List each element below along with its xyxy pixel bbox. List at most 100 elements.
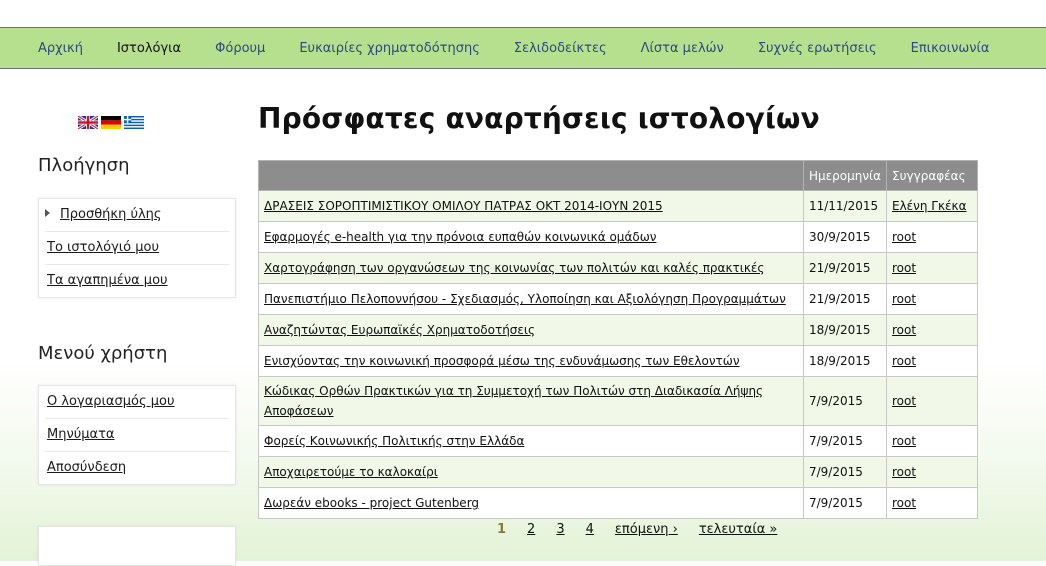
recent-posts-table: Ημερομηνία Συγγραφέας ΔΡΑΣΕΙΣ ΣΟΡΟΠΤΙΜΙΣ… <box>258 160 978 519</box>
post-author-cell: root <box>886 345 978 377</box>
table-row: ΔΡΑΣΕΙΣ ΣΟΡΟΠΤΙΜΙΣΤΙΚΟΥ ΟΜΙΛΟΥ ΠΑΤΡΑΣ ΟΚ… <box>258 190 978 222</box>
table-row: Φορείς Κοινωνικής Πολιτικής στην Ελλάδα … <box>258 425 978 457</box>
page-title: Πρόσφατες αναρτήσεις ιστολογίων <box>258 102 820 135</box>
nav-item-funding[interactable]: Ευκαιρίες χρηματοδότησης <box>299 41 480 56</box>
table-row: Δωρεάν ebooks - project Gutenberg 7/9/20… <box>258 487 978 519</box>
post-author-link[interactable]: root <box>892 230 916 244</box>
pager-page-link[interactable]: 2 <box>527 522 535 537</box>
nav-item-members[interactable]: Λίστα μελών <box>641 41 724 56</box>
pager-page-link[interactable]: 3 <box>556 522 564 537</box>
sidebar-empty-block <box>38 526 236 566</box>
post-date: 30/9/2015 <box>802 221 888 253</box>
post-title-cell: ΔΡΑΣΕΙΣ ΣΟΡΟΠΤΙΜΙΣΤΙΚΟΥ ΟΜΙΛΟΥ ΠΑΤΡΑΣ ΟΚ… <box>258 190 804 222</box>
post-title-cell: Κώδικας Ορθών Πρακτικών για τη Συμμετοχή… <box>258 376 804 426</box>
post-author-cell: root <box>886 487 978 519</box>
post-title-link[interactable]: Αναζητώντας Ευρωπαϊκές Χρηματοδοτήσεις <box>264 323 535 337</box>
column-header-date[interactable]: Ημερομηνία <box>802 160 888 191</box>
post-title-cell: Ενισχύοντας την κοινωνική προσφορά μέσω … <box>258 345 804 377</box>
sidebar-item-label: Προσθήκη ύλης <box>60 207 162 222</box>
sidebar-item-my-account[interactable]: Ο λογαριασμός μου <box>45 386 229 419</box>
post-date: 21/9/2015 <box>802 252 888 284</box>
post-title-link[interactable]: Χαρτογράφηση των οργανώσεων της κοινωνία… <box>264 261 764 275</box>
table-row: Κώδικας Ορθών Πρακτικών για τη Συμμετοχή… <box>258 376 978 426</box>
post-title-cell: Αποχαιρετούμε το καλοκαίρι <box>258 456 804 488</box>
post-date: 21/9/2015 <box>802 283 888 315</box>
pager-page-link[interactable]: 4 <box>586 522 594 537</box>
table-header-row: Ημερομηνία Συγγραφέας <box>258 160 978 191</box>
sidebar-item-logout[interactable]: Αποσύνδεση <box>45 452 229 484</box>
post-date: 7/9/2015 <box>802 456 888 488</box>
post-author-cell: root <box>886 376 978 426</box>
nav-item-forum[interactable]: Φόρουμ <box>215 41 265 56</box>
pagination: 1 2 3 4 επόμενη › τελευταία » <box>497 522 798 537</box>
post-date: 18/9/2015 <box>802 345 888 377</box>
sidebar-item-messages[interactable]: Μηνύματα <box>45 419 229 452</box>
germany-flag-icon[interactable] <box>101 116 121 129</box>
table-row: Εφαρμογές e-health για την πρόνοια ευπαθ… <box>258 221 978 253</box>
post-author-link[interactable]: root <box>892 292 916 306</box>
sidebar-item-my-blog[interactable]: Το ιστολόγιό μου <box>45 232 229 265</box>
post-title-cell: Φορείς Κοινωνικής Πολιτικής στην Ελλάδα <box>258 425 804 457</box>
post-author-link[interactable]: Ελένη Γκέκα <box>892 199 967 213</box>
post-author-link[interactable]: root <box>892 261 916 275</box>
post-title-link[interactable]: Πανεπιστήμιο Πελοποννήσου - Σχεδιασμός, … <box>264 292 786 306</box>
post-author-link[interactable]: root <box>892 394 916 408</box>
pager-next-link[interactable]: επόμενη › <box>615 522 678 537</box>
post-title-link[interactable]: Κώδικας Ορθών Πρακτικών για τη Συμμετοχή… <box>264 384 763 418</box>
post-author-cell: root <box>886 283 978 315</box>
post-date: 7/9/2015 <box>802 487 888 519</box>
post-title-link[interactable]: Αποχαιρετούμε το καλοκαίρι <box>264 465 438 479</box>
post-title-cell: Δωρεάν ebooks - project Gutenberg <box>258 487 804 519</box>
post-author-link[interactable]: root <box>892 434 916 448</box>
post-author-cell: root <box>886 456 978 488</box>
post-author-link[interactable]: root <box>892 354 916 368</box>
post-author-link[interactable]: root <box>892 465 916 479</box>
language-switcher <box>78 116 144 129</box>
sidebar-item-favorites[interactable]: Τα αγαπημένα μου <box>45 265 229 297</box>
sidebar-navigation-menu: Προσθήκη ύλης Το ιστολόγιό μου Τα αγαπημ… <box>38 198 236 298</box>
nav-item-blogs[interactable]: Ιστολόγια <box>117 41 181 56</box>
sidebar-item-add-content[interactable]: Προσθήκη ύλης <box>45 199 229 232</box>
table-row: Αναζητώντας Ευρωπαϊκές Χρηματοδοτήσεις 1… <box>258 314 978 346</box>
post-author-cell: root <box>886 425 978 457</box>
pager-last-link[interactable]: τελευταία » <box>699 522 778 537</box>
uk-flag-icon[interactable] <box>78 116 98 129</box>
table-row: Πανεπιστήμιο Πελοποννήσου - Σχεδιασμός, … <box>258 283 978 315</box>
nav-menu: Αρχική Ιστολόγια Φόρουμ Ευκαιρίες χρηματ… <box>38 28 1023 68</box>
post-date: 18/9/2015 <box>802 314 888 346</box>
post-title-link[interactable]: ΔΡΑΣΕΙΣ ΣΟΡΟΠΤΙΜΙΣΤΙΚΟΥ ΟΜΙΛΟΥ ΠΑΤΡΑΣ ΟΚ… <box>264 199 663 213</box>
greece-flag-icon[interactable] <box>124 116 144 129</box>
table-row: Αποχαιρετούμε το καλοκαίρι 7/9/2015 root <box>258 456 978 488</box>
post-title-link[interactable]: Δωρεάν ebooks - project Gutenberg <box>264 496 479 510</box>
post-title-link[interactable]: Ενισχύοντας την κοινωνική προσφορά μέσω … <box>264 354 740 368</box>
post-title-cell: Πανεπιστήμιο Πελοποννήσου - Σχεδιασμός, … <box>258 283 804 315</box>
post-title-cell: Χαρτογράφηση των οργανώσεων της κοινωνία… <box>258 252 804 284</box>
pager-current-page: 1 <box>497 522 507 537</box>
column-header-author[interactable]: Συγγραφέας <box>886 160 978 191</box>
post-author-cell: root <box>886 252 978 284</box>
main-navigation: Αρχική Ιστολόγια Φόρουμ Ευκαιρίες χρηματ… <box>0 27 1046 69</box>
nav-item-home[interactable]: Αρχική <box>38 41 83 56</box>
sidebar-navigation-title: Πλοήγηση <box>38 155 130 176</box>
post-author-cell: Ελένη Γκέκα <box>886 190 978 222</box>
nav-item-contact[interactable]: Επικοινωνία <box>911 41 990 56</box>
post-title-link[interactable]: Εφαρμογές e-health για την πρόνοια ευπαθ… <box>264 230 656 244</box>
post-title-cell: Αναζητώντας Ευρωπαϊκές Χρηματοδοτήσεις <box>258 314 804 346</box>
nav-item-bookmarks[interactable]: Σελιδοδείκτες <box>514 41 607 56</box>
post-date: 7/9/2015 <box>802 425 888 457</box>
post-author-link[interactable]: root <box>892 496 916 510</box>
post-date: 7/9/2015 <box>802 376 888 426</box>
post-author-link[interactable]: root <box>892 323 916 337</box>
table-row: Ενισχύοντας την κοινωνική προσφορά μέσω … <box>258 345 978 377</box>
nav-item-faq[interactable]: Συχνές ερωτήσεις <box>758 41 877 56</box>
column-header-title[interactable] <box>258 160 804 191</box>
post-title-cell: Εφαρμογές e-health για την πρόνοια ευπαθ… <box>258 221 804 253</box>
sidebar-user-menu: Ο λογαριασμός μου Μηνύματα Αποσύνδεση <box>38 385 236 485</box>
triangle-right-icon <box>45 209 50 217</box>
post-author-cell: root <box>886 221 978 253</box>
post-date: 11/11/2015 <box>802 190 888 222</box>
post-title-link[interactable]: Φορείς Κοινωνικής Πολιτικής στην Ελλάδα <box>264 434 524 448</box>
table-row: Χαρτογράφηση των οργανώσεων της κοινωνία… <box>258 252 978 284</box>
sidebar-user-menu-title: Μενού χρήστη <box>38 343 168 364</box>
post-author-cell: root <box>886 314 978 346</box>
